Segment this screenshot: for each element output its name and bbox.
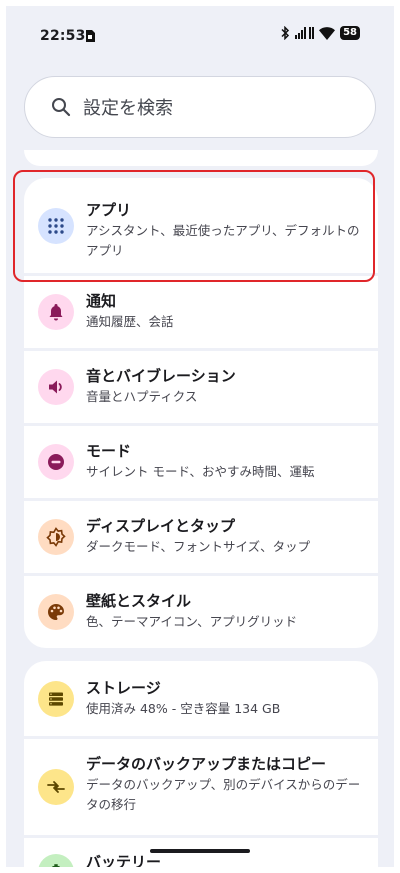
settings-item-subtitle: 色、テーマアイコン、アプリグリッド — [86, 614, 298, 629]
previous-group-bottom — [24, 150, 378, 166]
settings-item-title: ストレージ — [86, 679, 161, 697]
settings-item-subtitle: サイレント モード、おやすみ時間、運転 — [86, 464, 315, 479]
settings-item-display[interactable]: ディスプレイとタップ ダークモード、フォントサイズ、タップ — [24, 501, 378, 573]
bluetooth-icon — [281, 26, 290, 40]
settings-group-system: ストレージ 使用済み 48% - 空き容量 134 GB データのバックアップま… — [24, 661, 378, 867]
search-icon — [52, 98, 71, 117]
wifi-icon — [319, 26, 336, 40]
bell-icon — [38, 294, 74, 330]
home-gesture-bar[interactable] — [150, 849, 250, 853]
settings-item-storage[interactable]: ストレージ 使用済み 48% - 空き容量 134 GB — [24, 661, 378, 736]
settings-screen: 22:53 58 設定を検索 アプリ アシスタント、最近使ったアプリ、デフォルト… — [6, 6, 394, 867]
settings-item-title: バッテリー — [86, 853, 162, 867]
settings-item-wallpaper[interactable]: 壁紙とスタイル 色、テーマアイコン、アプリグリッド — [24, 576, 378, 648]
minus-circle-icon — [38, 444, 74, 480]
storage-icon — [38, 681, 74, 717]
sim-card-icon — [86, 30, 95, 42]
settings-item-notifications[interactable]: 通知 通知履歴、会話 — [24, 276, 378, 348]
settings-item-title: モード — [86, 442, 132, 460]
settings-item-subtitle: ダークモード、フォントサイズ、タップ — [86, 539, 311, 554]
settings-item-title: ディスプレイとタップ — [86, 517, 235, 535]
battery-level: 58 — [340, 26, 360, 40]
search-placeholder: 設定を検索 — [83, 98, 173, 119]
settings-item-subtitle: 通知履歴、会話 — [86, 314, 174, 329]
settings-item-subtitle: データのバックアップ、別のデバイスからのデータの移行 — [86, 777, 361, 812]
highlight-box — [13, 170, 375, 282]
settings-item-subtitle: 音量とハプティクス — [86, 389, 198, 404]
settings-item-subtitle: 使用済み 48% - 空き容量 134 GB — [86, 701, 281, 716]
settings-item-title: 通知 — [86, 292, 117, 310]
settings-item-title: データのバックアップまたはコピー — [86, 755, 327, 773]
settings-item-title: 壁紙とスタイル — [86, 592, 192, 610]
status-time: 22:53 — [40, 28, 86, 44]
settings-item-title: 音とバイブレーション — [86, 367, 236, 385]
settings-item-modes[interactable]: モード サイレント モード、おやすみ時間、運転 — [24, 426, 378, 498]
cell-signal-icon — [295, 27, 315, 39]
status-bar: 22:53 58 — [6, 6, 394, 62]
palette-icon — [38, 594, 74, 630]
transfer-icon — [38, 769, 74, 805]
brightness-icon — [38, 519, 74, 555]
settings-item-sound[interactable]: 音とバイブレーション 音量とハプティクス — [24, 351, 378, 423]
battery-icon — [38, 854, 74, 867]
search-bar[interactable]: 設定を検索 — [24, 76, 376, 138]
volume-icon — [38, 369, 74, 405]
settings-item-backup[interactable]: データのバックアップまたはコピー データのバックアップ、別のデバイスからのデータ… — [24, 739, 378, 835]
